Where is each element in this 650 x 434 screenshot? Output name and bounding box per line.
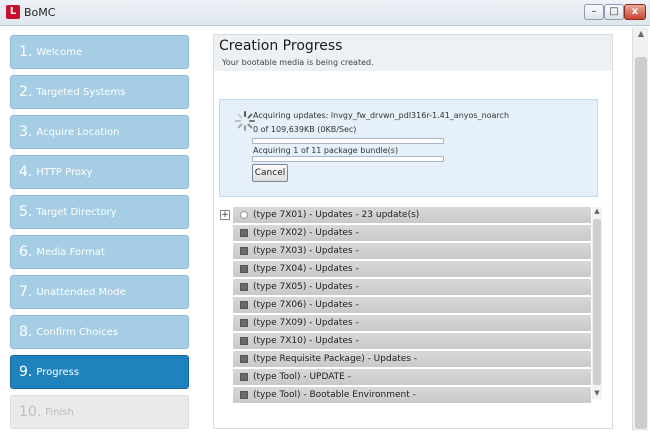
progress-status-text: Acquiring updates: lnvgy_fw_drvwn_pdl316… xyxy=(253,111,510,120)
step-welcome[interactable]: 1. Welcome xyxy=(10,35,189,69)
step-targeted-systems[interactable]: 2. Targeted Systems xyxy=(10,75,189,109)
update-row[interactable]: (type 7X04) - Updates - xyxy=(233,261,591,277)
update-row-label: (type 7X09) - Updates - xyxy=(253,318,359,328)
page-subtitle: Your bootable media is being created. xyxy=(222,58,374,67)
update-row[interactable]: (type Tool) - UPDATE - xyxy=(233,369,591,385)
update-row-label: (type 7X02) - Updates - xyxy=(253,228,359,238)
update-row-label: (type Tool) - UPDATE - xyxy=(253,372,351,382)
package-icon xyxy=(240,319,248,327)
wizard-steps-sidebar: 1. Welcome 2. Targeted Systems 3. Acquir… xyxy=(0,27,197,434)
step-number: 10. xyxy=(19,404,42,420)
scroll-up-icon[interactable]: ▲ xyxy=(592,207,602,217)
update-list: + (type 7X01) - Updates - 23 update(s) (… xyxy=(219,207,604,403)
bundle-progress-bar xyxy=(252,156,444,162)
step-number: 6. xyxy=(19,244,33,260)
step-label: Finish xyxy=(45,406,74,418)
update-list-scrollbar[interactable]: ▲ ▼ xyxy=(592,207,602,399)
step-label: Media Format xyxy=(36,246,105,258)
update-row-label: (type Tool) - Bootable Environment - xyxy=(253,390,416,400)
step-progress[interactable]: 9. Progress xyxy=(10,355,189,389)
progress-bytes-text: 0 of 109,639KB (0KB/Sec) xyxy=(253,125,357,134)
step-target-directory[interactable]: 5. Target Directory xyxy=(10,195,189,229)
package-icon xyxy=(240,373,248,381)
package-icon xyxy=(240,247,248,255)
step-number: 3. xyxy=(19,124,33,140)
page-header: Creation Progress Your bootable media is… xyxy=(214,35,612,71)
step-label: Progress xyxy=(36,366,80,378)
update-row[interactable]: (type 7X01) - Updates - 23 update(s) xyxy=(233,207,591,223)
step-number: 9. xyxy=(19,364,33,380)
step-http-proxy[interactable]: 4. HTTP Proxy xyxy=(10,155,189,189)
step-number: 5. xyxy=(19,204,33,220)
step-label: Target Directory xyxy=(36,206,117,218)
update-row[interactable]: (type 7X03) - Updates - xyxy=(233,243,591,259)
download-progress-bar xyxy=(252,138,444,144)
update-row-label: (type Requisite Package) - Updates - xyxy=(253,354,418,364)
package-icon xyxy=(240,301,248,309)
radio-icon[interactable] xyxy=(240,211,248,219)
step-finish: 10. Finish xyxy=(10,395,189,429)
scroll-down-icon[interactable]: ▼ xyxy=(592,389,602,399)
step-label: HTTP Proxy xyxy=(36,166,93,178)
step-label: Confirm Choices xyxy=(36,326,119,338)
step-label: Targeted Systems xyxy=(36,86,126,98)
window-title: BoMC xyxy=(24,6,56,19)
package-icon xyxy=(240,355,248,363)
step-number: 2. xyxy=(19,84,33,100)
step-label: Acquire Location xyxy=(36,126,120,138)
scroll-thumb[interactable] xyxy=(593,219,601,385)
step-media-format[interactable]: 6. Media Format xyxy=(10,235,189,269)
update-row[interactable]: (type 7X05) - Updates - xyxy=(233,279,591,295)
step-number: 8. xyxy=(19,324,33,340)
step-acquire-location[interactable]: 3. Acquire Location xyxy=(10,115,189,149)
update-row-label: (type 7X06) - Updates - xyxy=(253,300,359,310)
update-row-label: (type 7X03) - Updates - xyxy=(253,246,359,256)
update-row[interactable]: (type 7X10) - Updates - xyxy=(233,333,591,349)
step-label: Welcome xyxy=(36,46,83,58)
step-number: 1. xyxy=(19,44,33,60)
update-row[interactable]: (type 7X02) - Updates - xyxy=(233,225,591,241)
page-title: Creation Progress xyxy=(219,38,343,54)
update-row[interactable]: (type Requisite Package) - Updates - xyxy=(233,351,591,367)
maximize-button[interactable]: □ xyxy=(604,4,624,20)
package-icon xyxy=(240,391,248,399)
cancel-button[interactable]: Cancel xyxy=(252,164,288,182)
step-unattended-mode[interactable]: 7. Unattended Mode xyxy=(10,275,189,309)
title-bar: L BoMC – □ x xyxy=(0,0,650,26)
update-row-label: (type 7X04) - Updates - xyxy=(253,264,359,274)
update-row-label: (type 7X01) - Updates - 23 update(s) xyxy=(253,210,420,220)
step-label: Unattended Mode xyxy=(36,286,126,298)
bundle-progress-text: Acquiring 1 of 11 package bundle(s) xyxy=(253,146,399,155)
minimize-button[interactable]: – xyxy=(584,4,604,20)
close-button[interactable]: x xyxy=(624,4,646,20)
content-panel: Creation Progress Your bootable media is… xyxy=(213,34,613,429)
update-row[interactable]: (type 7X09) - Updates - xyxy=(233,315,591,331)
package-icon xyxy=(240,229,248,237)
package-icon xyxy=(240,337,248,345)
step-number: 4. xyxy=(19,164,33,180)
step-number: 7. xyxy=(19,284,33,300)
scroll-up-icon[interactable]: ▲ xyxy=(633,29,649,41)
progress-box: Acquiring updates: lnvgy_fw_drvwn_pdl316… xyxy=(219,99,598,197)
scroll-thumb[interactable] xyxy=(635,57,647,429)
update-row-label: (type 7X10) - Updates - xyxy=(253,336,359,346)
update-row[interactable]: (type Tool) - Bootable Environment - xyxy=(233,387,591,403)
update-row-label: (type 7X05) - Updates - xyxy=(253,282,359,292)
window-scrollbar[interactable]: ▲ xyxy=(632,27,648,431)
app-logo-icon: L xyxy=(6,5,20,19)
step-confirm-choices[interactable]: 8. Confirm Choices xyxy=(10,315,189,349)
package-icon xyxy=(240,265,248,273)
package-icon xyxy=(240,283,248,291)
expand-icon[interactable]: + xyxy=(220,210,230,220)
update-row[interactable]: (type 7X06) - Updates - xyxy=(233,297,591,313)
